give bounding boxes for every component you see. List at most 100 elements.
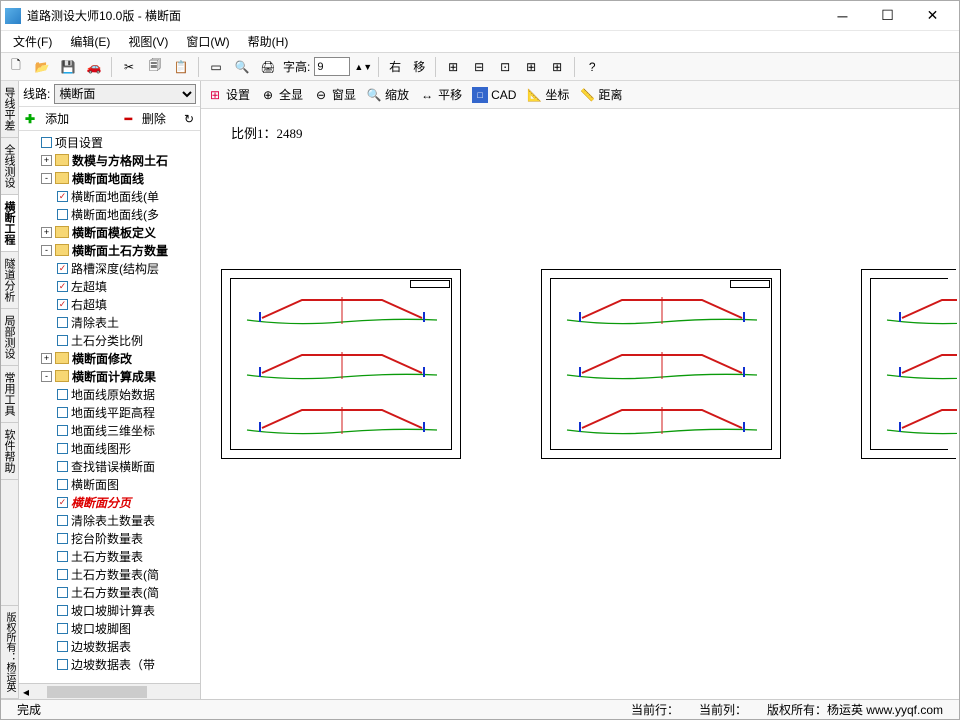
checkbox-icon[interactable] xyxy=(57,623,68,634)
tree-node[interactable]: ✓左超填 xyxy=(19,277,200,295)
tb2-dist[interactable]: 📏距离 xyxy=(579,86,622,103)
tree-node[interactable]: -横断面计算成果 xyxy=(19,367,200,385)
layout5-icon[interactable]: ⊞ xyxy=(546,56,568,78)
checkbox-icon[interactable] xyxy=(41,137,52,148)
checkbox-icon[interactable]: ✓ xyxy=(57,191,68,202)
checkbox-icon[interactable] xyxy=(57,659,68,670)
checkbox-icon[interactable] xyxy=(57,551,68,562)
checkbox-icon[interactable] xyxy=(57,407,68,418)
tree-node[interactable]: 地面线三维坐标 xyxy=(19,421,200,439)
tb2-pan[interactable]: ↔平移 xyxy=(419,86,462,103)
menu-file[interactable]: 文件(F) xyxy=(5,31,60,52)
expand-icon[interactable]: + xyxy=(41,353,52,364)
paste-icon[interactable]: 📋 xyxy=(170,56,192,78)
tree-hscroll[interactable]: ◂ xyxy=(19,683,200,699)
tree-node[interactable]: ✓右超填 xyxy=(19,295,200,313)
checkbox-icon[interactable] xyxy=(57,389,68,400)
tb2-zoom[interactable]: 🔍缩放 xyxy=(366,86,409,103)
right-label[interactable]: 右 xyxy=(385,58,405,75)
tree-node[interactable]: 土石分类比例 xyxy=(19,331,200,349)
checkbox-icon[interactable] xyxy=(57,425,68,436)
save-icon[interactable]: 💾 xyxy=(57,56,79,78)
tree-node[interactable]: 坡口坡脚图 xyxy=(19,619,200,637)
del-label[interactable]: 删除 xyxy=(142,110,166,127)
line-select[interactable]: 横断面 xyxy=(54,84,196,104)
checkbox-icon[interactable] xyxy=(57,317,68,328)
vtab-0[interactable]: 导线平差 xyxy=(1,81,18,138)
checkbox-icon[interactable] xyxy=(57,533,68,544)
tree-node[interactable]: 地面线平距高程 xyxy=(19,403,200,421)
refresh-icon[interactable]: ↻ xyxy=(184,112,194,126)
menu-window[interactable]: 窗口(W) xyxy=(178,31,237,52)
car-icon[interactable]: 🚗 xyxy=(83,56,105,78)
tree-node[interactable]: 项目设置 xyxy=(19,133,200,151)
tree-node[interactable]: ✓横断面地面线(单 xyxy=(19,187,200,205)
checkbox-icon[interactable]: ✓ xyxy=(57,497,68,508)
layout3-icon[interactable]: ⊡ xyxy=(494,56,516,78)
font-height-input[interactable] xyxy=(314,57,350,76)
tree-node[interactable]: +数模与方格网土石 xyxy=(19,151,200,169)
tree-node[interactable]: 横断面地面线(多 xyxy=(19,205,200,223)
tree-node[interactable]: -横断面地面线 xyxy=(19,169,200,187)
tb2-coord[interactable]: 📐坐标 xyxy=(526,86,569,103)
tree-node[interactable]: +横断面修改 xyxy=(19,349,200,367)
tree-node[interactable]: 边坡数据表 xyxy=(19,637,200,655)
open-file-icon[interactable]: 📂 xyxy=(31,56,53,78)
move-label[interactable]: 移 xyxy=(409,58,429,75)
help-icon[interactable]: ? xyxy=(581,56,603,78)
tree-node[interactable]: ✓路槽深度(结构层 xyxy=(19,259,200,277)
new-file-icon[interactable]: 🗋 xyxy=(5,56,27,78)
page-icon[interactable]: ▭ xyxy=(205,56,227,78)
checkbox-icon[interactable]: ✓ xyxy=(57,299,68,310)
layout1-icon[interactable]: ⊞ xyxy=(442,56,464,78)
copy-icon[interactable]: 🗐 xyxy=(144,56,166,78)
expand-icon[interactable]: - xyxy=(41,371,52,382)
tb2-zoomwin[interactable]: ⊖窗显 xyxy=(313,86,356,103)
minimize-button[interactable]: ─ xyxy=(820,2,865,30)
vtab-5[interactable]: 常用工具 xyxy=(1,366,18,423)
tree-node[interactable]: 清除表土 xyxy=(19,313,200,331)
tree[interactable]: 项目设置+数模与方格网土石-横断面地面线✓横断面地面线(单横断面地面线(多+横断… xyxy=(19,131,200,683)
tree-node[interactable]: 横断面图 xyxy=(19,475,200,493)
close-button[interactable]: ✕ xyxy=(910,2,955,30)
add-label[interactable]: 添加 xyxy=(45,110,69,127)
tb2-fit[interactable]: ⊕全显 xyxy=(260,86,303,103)
tree-node[interactable]: +横断面模板定义 xyxy=(19,223,200,241)
maximize-button[interactable]: ☐ xyxy=(865,2,910,30)
tree-node[interactable]: 土石方数量表(简 xyxy=(19,583,200,601)
layout2-icon[interactable]: ⊟ xyxy=(468,56,490,78)
checkbox-icon[interactable] xyxy=(57,587,68,598)
checkbox-icon[interactable]: ✓ xyxy=(57,281,68,292)
checkbox-icon[interactable] xyxy=(57,605,68,616)
checkbox-icon[interactable]: ✓ xyxy=(57,263,68,274)
tb2-cad[interactable]: □CAD xyxy=(472,87,516,103)
checkbox-icon[interactable] xyxy=(57,641,68,652)
tree-node[interactable]: 地面线原始数据 xyxy=(19,385,200,403)
checkbox-icon[interactable] xyxy=(57,569,68,580)
del-minus-icon[interactable]: ━ xyxy=(125,112,132,126)
vtab-4[interactable]: 局部测设 xyxy=(1,309,18,366)
tb2-settings[interactable]: ⊞设置 xyxy=(207,86,250,103)
tree-node[interactable]: 边坡数据表（带 xyxy=(19,655,200,673)
checkbox-icon[interactable] xyxy=(57,335,68,346)
add-plus-icon[interactable]: ✚ xyxy=(25,112,35,126)
vtab-2[interactable]: 横断工程 xyxy=(1,195,18,252)
checkbox-icon[interactable] xyxy=(57,443,68,454)
menu-view[interactable]: 视图(V) xyxy=(120,31,176,52)
cut-icon[interactable]: ✂ xyxy=(118,56,140,78)
tree-node[interactable]: 地面线图形 xyxy=(19,439,200,457)
preview-icon[interactable]: 🔍 xyxy=(231,56,253,78)
layout4-icon[interactable]: ⊞ xyxy=(520,56,542,78)
expand-icon[interactable]: - xyxy=(41,245,52,256)
expand-icon[interactable]: + xyxy=(41,227,52,238)
tree-node[interactable]: 土石方数量表(简 xyxy=(19,565,200,583)
tree-node[interactable]: -横断面土石方数量 xyxy=(19,241,200,259)
menu-help[interactable]: 帮助(H) xyxy=(240,31,297,52)
tree-node[interactable]: ✓横断面分页 xyxy=(19,493,200,511)
checkbox-icon[interactable] xyxy=(57,515,68,526)
tree-node[interactable]: 查找错误横断面 xyxy=(19,457,200,475)
checkbox-icon[interactable] xyxy=(57,461,68,472)
expand-icon[interactable]: + xyxy=(41,155,52,166)
drawing-canvas[interactable]: 比例1：2489 xyxy=(201,109,959,699)
vtab-6[interactable]: 软件帮助 xyxy=(1,423,18,480)
